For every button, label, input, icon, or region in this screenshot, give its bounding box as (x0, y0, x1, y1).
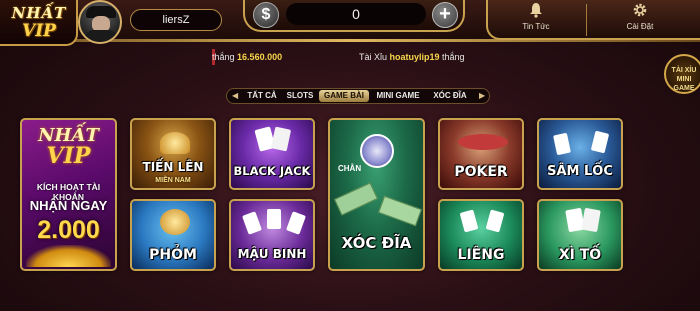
chan-label: CHẴN (338, 164, 362, 173)
dollar-icon[interactable]: $ (253, 2, 279, 28)
game-subtitle-tien-len: MIỀN NAM (155, 177, 191, 184)
logo-line1: NHẤT (11, 4, 67, 22)
card-icon (590, 130, 610, 154)
mini-badge-line3: GAME (673, 85, 695, 92)
card-icon (267, 209, 281, 229)
promo-logo-line2: VIP (46, 143, 91, 169)
winner-ticker: thắng 16.560.000 Tài Xỉu hoatuylip19 thắ… (212, 50, 502, 64)
tab-right-arrow-icon[interactable]: ▶ (479, 89, 485, 103)
tab-left-arrow-icon[interactable]: ◀ (232, 89, 238, 103)
mini-badge-line1: TÀI XỈU (671, 67, 697, 74)
news-button[interactable]: Tin Tức (486, 2, 586, 38)
settings-button[interactable]: Cài Đặt (590, 2, 690, 38)
game-title-black-jack: BLACK JACK (233, 164, 311, 178)
game-title-poker: POKER (454, 164, 508, 180)
game-title-xi-to: XÌ TỐ (558, 247, 602, 263)
bowl-icon (360, 134, 394, 168)
game-tile-mau-binh[interactable]: MẬU BINH (229, 199, 315, 271)
game-title-sam-loc: SÂM LỐC (547, 164, 613, 179)
game-title-xoc-dia: XÓC ĐĨA (341, 234, 412, 252)
mini-game-badge[interactable]: TÀI XỈU MINI GAME (664, 54, 700, 94)
coins-icon (26, 245, 111, 267)
game-tile-sam-loc[interactable]: SÂM LỐC (537, 118, 623, 190)
game-tile-lieng[interactable]: LIÊNG (438, 199, 524, 271)
add-funds-button[interactable]: + (432, 2, 458, 28)
logo-line2: VIP (22, 21, 56, 41)
settings-label: Cài Đặt (626, 22, 654, 31)
cash-icon (378, 195, 422, 227)
promo-banner[interactable]: NHẤT VIP KÍCH HOẠT TÀI KHOẢN NHẬN NGAY 2… (20, 118, 117, 271)
card-icon (242, 211, 262, 235)
menu-divider (586, 4, 587, 36)
card-icon (459, 209, 479, 233)
tab-slots[interactable]: SLOTS (283, 90, 317, 102)
username-label[interactable]: liersZ (130, 9, 222, 31)
card-icon (485, 209, 505, 233)
avatar[interactable] (78, 0, 122, 44)
mini-badge-line2: MINI (676, 76, 692, 83)
trophy-icon (160, 132, 190, 154)
cash-icon (334, 182, 378, 216)
brand-logo[interactable]: NHẤT VIP (0, 0, 78, 46)
game-tile-poker[interactable]: POKER (438, 118, 524, 190)
ticker-amount: 16.560.000 (237, 52, 283, 62)
tab-all[interactable]: TẤT CẢ (241, 90, 283, 102)
ticker-win-text: thắng (212, 52, 235, 62)
card-icon (553, 132, 571, 156)
ticker-win-text-2: thắng (442, 52, 465, 62)
ticker-user: hoatuylip19 (389, 52, 440, 62)
bell-icon (486, 2, 586, 22)
card-icon (286, 211, 306, 235)
game-title-tien-len: TIẾN LÊN (142, 160, 204, 174)
game-tile-xi-to[interactable]: XÌ TỐ (537, 199, 623, 271)
game-tile-tien-len[interactable]: TIẾN LÊN MIỀN NAM (130, 118, 216, 190)
game-tile-black-jack[interactable]: BLACK JACK (229, 118, 315, 190)
card-icon (270, 126, 292, 152)
tab-xoc-dia[interactable]: XÓC ĐĨA (427, 90, 473, 102)
gear-icon (590, 2, 690, 22)
game-tile-xoc-dia[interactable]: CHẴN XÓC ĐĨA (328, 118, 425, 271)
game-title-phom: PHỎM (149, 247, 197, 263)
promo-receive-text: NHẬN NGAY (29, 198, 108, 213)
game-title-mau-binh: MẬU BINH (237, 247, 307, 261)
balance-value: 0 (286, 3, 426, 25)
category-tabs: ◀ TẤT CẢ SLOTS GAME BÀI MINI GAME XÓC ĐĨ… (226, 88, 490, 104)
ticker-game: Tài Xỉu (358, 52, 387, 62)
card-icon (581, 207, 601, 233)
promo-amount: 2.000 (37, 216, 100, 244)
gold-pot-icon (160, 209, 190, 235)
tab-mini-game[interactable]: MINI GAME (373, 90, 423, 102)
poker-table-icon (458, 134, 508, 150)
news-label: Tin Tức (522, 22, 550, 31)
game-tile-phom[interactable]: PHỎM (130, 199, 216, 271)
tab-card-games[interactable]: GAME BÀI (319, 90, 369, 102)
game-title-lieng: LIÊNG (457, 247, 505, 263)
